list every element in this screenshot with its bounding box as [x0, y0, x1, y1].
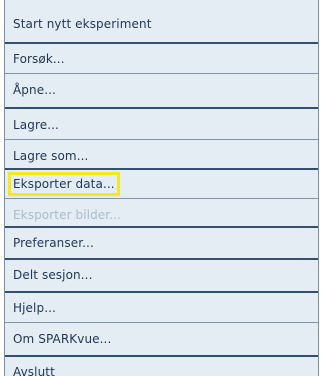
menu-item-export-data[interactable]: Eksporter data...	[5, 168, 318, 200]
menu-item-help[interactable]: Hjelp...	[5, 292, 318, 324]
menu-item-label: Lagre som...	[13, 149, 89, 163]
menu-item-label: Hjelp...	[13, 301, 56, 315]
menu-item-label: Eksporter bilder...	[13, 208, 121, 222]
menu-item-label: Delt sesjon...	[13, 268, 93, 282]
menu-item-shared-session[interactable]: Delt sesjon...	[5, 259, 318, 291]
menu-item-preferences[interactable]: Preferanser...	[5, 227, 318, 259]
menu-item-open[interactable]: Åpne...	[5, 74, 318, 106]
menu-item-exit[interactable]: Avslutt	[5, 356, 318, 376]
file-menu: Start nytt eksperiment Forsøk... Åpne...…	[4, 0, 319, 376]
menu-item-save[interactable]: Lagre...	[5, 109, 318, 141]
menu-item-label: Lagre...	[13, 118, 59, 132]
menu-item-label: Åpne...	[13, 83, 56, 97]
menu-item-start-new-experiment[interactable]: Start nytt eksperiment	[5, 8, 318, 40]
menu-item-label: Eksporter data...	[8, 172, 120, 196]
menu-item-experiment[interactable]: Forsøk...	[5, 43, 318, 75]
menu-item-label: Preferanser...	[13, 236, 94, 250]
menu-item-about[interactable]: Om SPARKvue...	[5, 323, 318, 355]
menu-item-label: Start nytt eksperiment	[13, 17, 152, 31]
menu-item-label: Om SPARKvue...	[13, 332, 112, 346]
menu-item-label: Avslutt	[13, 365, 55, 376]
menu-item-label: Forsøk...	[13, 52, 65, 66]
